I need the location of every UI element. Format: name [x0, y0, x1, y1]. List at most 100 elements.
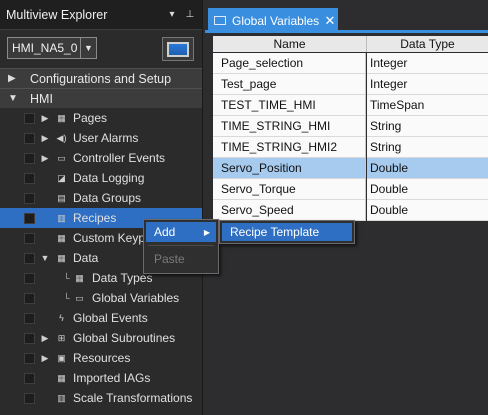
checkbox[interactable] — [24, 112, 35, 124]
close-icon[interactable]: ✕ — [322, 13, 338, 29]
cell-data-type[interactable]: Integer — [367, 53, 488, 74]
cell-data-type[interactable]: Double — [367, 200, 488, 221]
tree-item-data-logging[interactable]: ◪ Data Logging — [0, 168, 202, 188]
menu-item-add[interactable]: Add ▶ — [146, 222, 216, 242]
scale-icon: ▥ — [57, 393, 66, 403]
checkbox[interactable] — [24, 152, 35, 164]
tree-item-controller-events[interactable]: ▶ ▭ Controller Events — [0, 148, 202, 168]
chevron-right-icon[interactable]: ▶ — [40, 133, 50, 144]
column-header-data-type[interactable]: Data Type — [367, 36, 488, 52]
checkbox[interactable] — [24, 332, 35, 344]
tree-item-label: Global Subroutines — [73, 331, 176, 345]
checkbox[interactable] — [24, 232, 35, 244]
checkbox[interactable] — [24, 392, 35, 404]
dropdown-arrow-icon[interactable]: ▾ — [166, 9, 178, 21]
checkbox[interactable] — [24, 212, 35, 224]
chevron-down-icon[interactable]: ▼ — [40, 253, 50, 263]
tree-item-label: Data Groups — [73, 191, 142, 205]
checkbox[interactable] — [24, 272, 35, 284]
chevron-right-icon[interactable]: ▶ — [40, 353, 50, 364]
cell-name[interactable]: Servo_Torque — [213, 179, 366, 200]
cell-name[interactable]: TIME_STRING_HMI — [213, 116, 366, 137]
cell-name[interactable]: Page_selection — [213, 53, 366, 74]
section-label: HMI — [30, 91, 53, 106]
tree-item-data-groups[interactable]: ▤ Data Groups — [0, 188, 202, 208]
tab-global-variables[interactable]: Global Variables ✕ — [208, 8, 338, 33]
chevron-right-icon: ▶ — [8, 73, 16, 84]
cell-name[interactable]: TIME_STRING_HMI2 — [213, 137, 366, 158]
global-variables-tab-icon — [214, 16, 226, 25]
monitor-icon — [167, 41, 189, 57]
tab-title: Global Variables — [232, 13, 320, 28]
tree-item-label: Custom Keyp — [73, 231, 146, 245]
chevron-right-icon[interactable]: ▶ — [40, 113, 50, 124]
tree-item-global-subroutines[interactable]: ▶ ⊞ Global Subroutines — [0, 328, 202, 348]
tree-item-pages[interactable]: ▶ ▦ Pages — [0, 108, 202, 128]
chevron-right-icon[interactable]: ▶ — [40, 333, 50, 344]
cell-name[interactable]: Servo_Speed — [213, 200, 366, 221]
recipe-icon: ▥ — [57, 213, 66, 223]
datatypes-icon: ▦ — [75, 273, 84, 283]
tree-item-global-variables[interactable]: └ ▭ Global Variables — [0, 288, 202, 308]
section-hmi[interactable]: ▼ HMI — [0, 88, 202, 108]
cell-name[interactable]: TEST_TIME_HMI — [213, 95, 366, 116]
device-select[interactable]: HMI_NA5_0 ▼ — [7, 37, 97, 59]
tree-item-label: Data Logging — [73, 171, 145, 185]
cell-data-type-selected[interactable]: Double — [367, 158, 488, 179]
tree-item-label: Scale Transformations — [73, 391, 193, 405]
device-screen-button[interactable] — [162, 37, 194, 61]
tree-item-label: Global Variables — [92, 291, 180, 305]
tree-item-global-events[interactable]: ϟ Global Events — [0, 308, 202, 328]
grid-header: Name Data Type — [213, 36, 488, 52]
submenu-arrow-icon: ▶ — [203, 227, 210, 237]
checkbox[interactable] — [24, 372, 35, 384]
cell-data-type[interactable]: String — [367, 137, 488, 158]
cell-data-type[interactable]: String — [367, 116, 488, 137]
tree-item-label: Recipes — [73, 211, 117, 225]
datagroup-icon: ▤ — [57, 193, 66, 203]
cell-name[interactable]: Test_page — [213, 74, 366, 95]
chevron-down-icon: ▼ — [80, 38, 96, 58]
tree-item-user-alarms[interactable]: ▶ ◀) User Alarms — [0, 128, 202, 148]
cell-name-selected[interactable]: Servo_Position — [213, 158, 366, 179]
editor-tabbar: Global Variables ✕ — [205, 0, 488, 33]
tree-item-label: Data — [73, 251, 99, 265]
checkbox[interactable] — [24, 192, 35, 204]
checkbox[interactable] — [24, 172, 35, 184]
iag-icon: ▦ — [57, 373, 66, 383]
menu-item-label: Add — [154, 225, 176, 239]
context-menu: Add ▶ Paste — [143, 219, 219, 274]
tree-item-scale-transformations[interactable]: ▥ Scale Transformations — [0, 388, 202, 408]
globalvars-icon: ▭ — [75, 293, 84, 303]
section-label: Configurations and Setup — [30, 71, 172, 86]
tree-item-label: Pages — [73, 111, 108, 125]
checkbox[interactable] — [24, 312, 35, 324]
menu-item-paste[interactable]: Paste — [154, 252, 185, 266]
checkbox[interactable] — [24, 352, 35, 364]
chevron-right-icon[interactable]: ▶ — [40, 153, 50, 164]
keypad-icon: ▦ — [57, 233, 66, 243]
cell-data-type[interactable]: Integer — [367, 74, 488, 95]
tree-item-imported-iags[interactable]: ▦ Imported IAGs — [0, 368, 202, 388]
resources-icon: ▣ — [57, 353, 66, 363]
datalog-icon: ◪ — [57, 173, 66, 183]
lightning-icon: ϟ — [59, 313, 64, 323]
column-header-name[interactable]: Name — [213, 36, 367, 52]
submenu: Recipe Template — [219, 220, 355, 244]
checkbox[interactable] — [24, 292, 35, 304]
events-icon: ▭ — [57, 153, 66, 163]
menu-item-recipe-template[interactable]: Recipe Template — [222, 223, 352, 241]
checkbox[interactable] — [24, 252, 35, 264]
pin-icon[interactable]: ⊥ — [184, 9, 196, 21]
data-icon: ▦ — [57, 253, 66, 263]
cell-data-type[interactable]: Double — [367, 179, 488, 200]
cell-data-type[interactable]: TimeSpan — [367, 95, 488, 116]
pages-icon: ▦ — [57, 113, 66, 123]
checkbox[interactable] — [24, 132, 35, 144]
tree-item-resources[interactable]: ▶ ▣ Resources — [0, 348, 202, 368]
multiview-explorer: Multiview Explorer ▾ ⊥ HMI_NA5_0 ▼ ▶ Con… — [0, 0, 203, 415]
device-row: HMI_NA5_0 ▼ — [0, 30, 202, 66]
subroutine-icon: ⊞ — [57, 333, 66, 343]
tree-item-label: User Alarms — [73, 131, 139, 145]
section-configurations[interactable]: ▶ Configurations and Setup — [0, 68, 202, 88]
